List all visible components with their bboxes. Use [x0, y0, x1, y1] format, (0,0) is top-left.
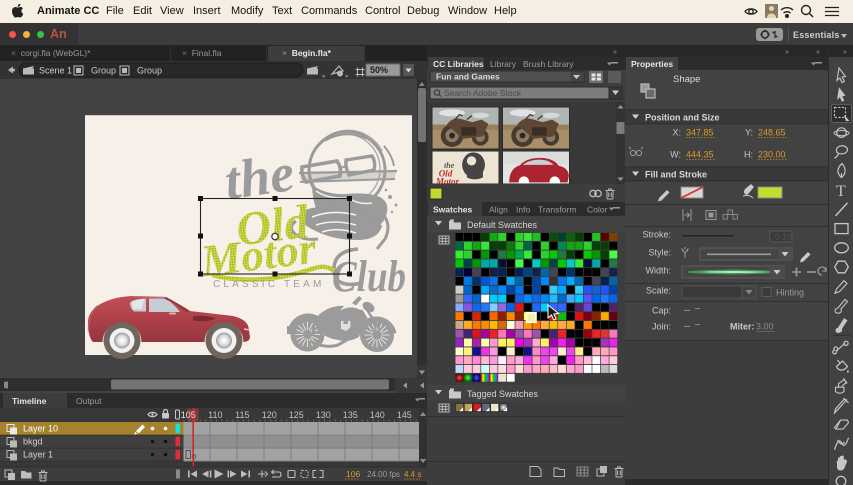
svg-text:»: » — [843, 49, 847, 56]
svg-text:Search Adobe Stock: Search Adobe Stock — [444, 88, 522, 98]
svg-text:»: » — [785, 49, 789, 56]
svg-text:CLASSIC TEAM: CLASSIC TEAM — [213, 279, 325, 290]
svg-text:Color: Color — [587, 205, 607, 215]
svg-text:130: 130 — [316, 410, 331, 420]
svg-text:230.00: 230.00 — [758, 150, 786, 160]
svg-text:Layer 10: Layer 10 — [23, 424, 58, 434]
svg-text:4.4 s: 4.4 s — [404, 470, 421, 479]
svg-text:T: T — [836, 183, 846, 200]
svg-text:Width:: Width: — [645, 266, 671, 276]
svg-text:X:: X: — [672, 128, 681, 138]
svg-text:CC Libraries: CC Libraries — [433, 59, 484, 69]
svg-text:106: 106 — [346, 469, 360, 479]
svg-text:Stroke:: Stroke: — [642, 230, 671, 240]
svg-text:Fill and Stroke: Fill and Stroke — [645, 170, 707, 180]
svg-text:248.65: 248.65 — [758, 128, 786, 138]
svg-text:135: 135 — [343, 410, 358, 420]
svg-text:Scene 1: Scene 1 — [39, 66, 72, 76]
svg-text:140: 140 — [370, 410, 385, 420]
svg-text:Brush Library: Brush Library — [523, 59, 574, 69]
svg-text:105: 105 — [181, 410, 196, 420]
svg-text:Miter:: Miter: — [730, 322, 755, 332]
svg-text:110: 110 — [208, 410, 222, 420]
svg-text:Hinting: Hinting — [776, 288, 804, 298]
svg-text:444.35: 444.35 — [686, 150, 714, 160]
svg-text:Club: Club — [332, 252, 406, 301]
svg-text:120: 120 — [262, 410, 277, 420]
svg-text:Transform: Transform — [538, 205, 576, 215]
svg-text:»: » — [613, 49, 617, 56]
svg-text:Info: Info — [516, 205, 530, 215]
svg-text:50%: 50% — [370, 65, 388, 75]
svg-text:24.00 fps: 24.00 fps — [367, 470, 400, 479]
svg-text:bkgd: bkgd — [23, 437, 43, 447]
svg-text:Style:: Style: — [648, 248, 671, 258]
svg-text:Group: Group — [137, 66, 162, 76]
svg-text:Timeline: Timeline — [12, 396, 47, 406]
svg-text:W:: W: — [670, 150, 681, 160]
svg-text:Position and Size: Position and Size — [645, 113, 720, 123]
svg-text:Output: Output — [76, 396, 102, 406]
svg-text:Y:: Y: — [745, 128, 753, 138]
svg-text:Properties: Properties — [631, 59, 673, 69]
svg-text:Cap:: Cap: — [652, 306, 671, 316]
svg-text:115: 115 — [235, 410, 249, 420]
svg-text:»: » — [816, 49, 820, 56]
svg-text:Default Swatches: Default Swatches — [467, 220, 538, 230]
svg-text:Library: Library — [490, 59, 517, 69]
svg-text:0.10: 0.10 — [775, 232, 792, 242]
svg-text:Group: Group — [91, 66, 116, 76]
svg-text:Scale:: Scale: — [646, 286, 671, 296]
svg-text:H:: H: — [744, 150, 753, 160]
svg-text:Swatches: Swatches — [433, 205, 472, 215]
svg-text:Join:: Join: — [652, 322, 671, 332]
svg-text:Align: Align — [489, 205, 508, 215]
svg-text:Shape: Shape — [673, 74, 700, 85]
svg-text:145: 145 — [397, 410, 412, 420]
svg-text:Fun and Games: Fun and Games — [436, 72, 500, 82]
svg-text:Tagged Swatches: Tagged Swatches — [467, 389, 539, 399]
svg-text:347.85: 347.85 — [686, 128, 714, 138]
svg-text:125: 125 — [289, 410, 304, 420]
svg-text:3.00: 3.00 — [756, 322, 774, 332]
svg-text:Layer 1: Layer 1 — [23, 450, 53, 460]
